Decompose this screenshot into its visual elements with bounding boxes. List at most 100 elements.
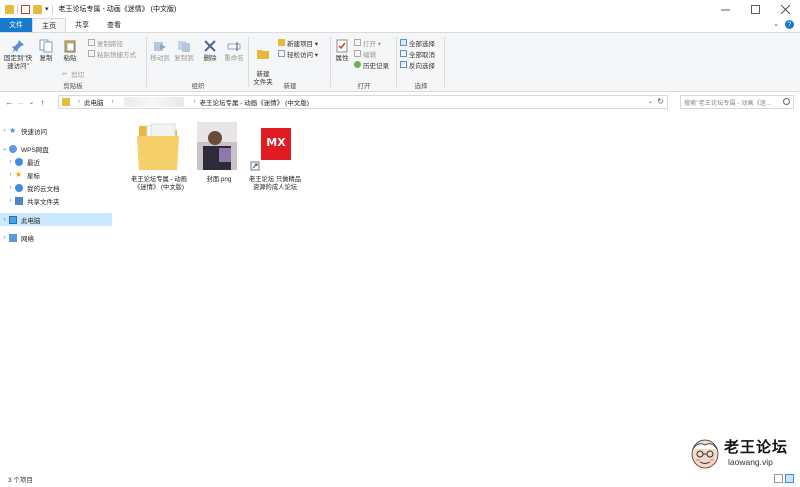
new-item-icon bbox=[278, 39, 285, 46]
paste-button[interactable]: 粘贴 bbox=[58, 37, 82, 63]
address-bar[interactable]: › 此电脑 › › 老王论坛专属 - 动画《迷情》 (中文版) ⌄ ↻ bbox=[58, 95, 668, 109]
mx-icon-text: MX bbox=[266, 136, 286, 149]
file-item-image[interactable]: 封面.png bbox=[190, 120, 248, 184]
minimize-button[interactable] bbox=[710, 0, 740, 18]
shared-folder-icon bbox=[15, 196, 23, 205]
chevron-right-icon[interactable]: › bbox=[6, 172, 15, 178]
minimize-icon bbox=[720, 9, 730, 10]
edit-button[interactable]: 编辑 bbox=[354, 49, 376, 59]
copy-path-button[interactable]: 复制路径 bbox=[88, 38, 123, 48]
tab-view[interactable]: 查看 bbox=[98, 18, 130, 32]
nav-item-network[interactable]: › 网络 bbox=[0, 231, 112, 244]
breadcrumb-separator: › bbox=[78, 99, 80, 105]
copy-to-button[interactable]: 复制到 bbox=[172, 37, 196, 63]
breadcrumb-current-folder[interactable]: 老王论坛专属 - 动画《迷情》 (中文版) bbox=[200, 97, 309, 107]
file-item-shortcut[interactable]: MX 老王论坛 只做精品资源的成人论坛 bbox=[246, 120, 304, 192]
select-none-button[interactable]: 全部取消 bbox=[400, 49, 435, 59]
properties-button[interactable]: 属性 bbox=[332, 37, 352, 63]
refresh-icon[interactable]: ↻ bbox=[657, 97, 664, 106]
new-item-button[interactable]: 新建项目 ▾ bbox=[278, 38, 318, 48]
up-button[interactable]: ↑ bbox=[37, 98, 48, 107]
large-icons-view-button[interactable] bbox=[785, 474, 794, 483]
group-label: 剪贴板 bbox=[63, 83, 83, 90]
group-divider bbox=[444, 37, 445, 87]
tab-home[interactable]: 主页 bbox=[32, 18, 66, 32]
watermark: 老王论坛 laowang.vip bbox=[690, 433, 794, 473]
divider bbox=[51, 4, 53, 14]
rename-button[interactable]: 重命名 bbox=[222, 37, 246, 63]
tab-file[interactable]: 文件 bbox=[0, 18, 32, 32]
select-none-icon bbox=[400, 50, 407, 57]
breadcrumb-this-pc[interactable]: 此电脑 bbox=[84, 97, 104, 107]
open-button[interactable]: 打开 ▾ bbox=[354, 38, 381, 48]
chevron-right-icon[interactable]: › bbox=[0, 235, 9, 241]
chevron-right-icon[interactable]: › bbox=[0, 128, 9, 134]
easy-access-button[interactable]: 轻松访问 ▾ bbox=[278, 49, 318, 59]
close-button[interactable] bbox=[770, 0, 800, 18]
history-button[interactable]: 历史记录 bbox=[354, 60, 389, 70]
new-group: 新建 文件夹 新建项目 ▾ 轻松访问 ▾ 新建 bbox=[250, 35, 330, 91]
properties-qat-icon[interactable] bbox=[21, 4, 30, 14]
network-icon bbox=[9, 233, 17, 242]
back-button[interactable]: ← bbox=[4, 98, 15, 107]
ribbon: 固定到"快速访问" 复制 粘贴 复制路径 粘贴快捷方式 ✂ 剪切 剪贴板 移动到 bbox=[0, 32, 800, 92]
watermark-url: laowang.vip bbox=[728, 457, 773, 467]
file-item-folder[interactable]: 老王论坛专属 - 动画《迷情》 (中文版) bbox=[130, 120, 188, 192]
window-title: 老王论坛专属 - 动画《迷情》 (中文版) bbox=[58, 6, 177, 13]
paste-shortcut-button[interactable]: 粘贴快捷方式 bbox=[88, 49, 136, 59]
nav-item-wps[interactable]: ⌄ WPS网盘 bbox=[0, 142, 112, 155]
address-row: ← → ⌄ ↑ › 此电脑 › › 老王论坛专属 - 动画《迷情》 (中文版) … bbox=[0, 94, 800, 110]
select-all-button[interactable]: 全部选择 bbox=[400, 38, 435, 48]
group-label: 组织 bbox=[191, 83, 205, 90]
select-group: 全部选择 全部取消 反向选择 选择 bbox=[398, 35, 444, 91]
chevron-right-icon[interactable]: › bbox=[6, 159, 15, 165]
group-divider bbox=[146, 37, 147, 87]
move-to-icon bbox=[154, 42, 166, 51]
paste-shortcut-icon bbox=[88, 50, 95, 57]
delete-button[interactable]: 删除 bbox=[198, 37, 222, 63]
title-bar: ▾ 老王论坛专属 - 动画《迷情》 (中文版) bbox=[0, 0, 800, 18]
copy-button[interactable]: 复制 bbox=[34, 37, 58, 63]
copy-path-icon bbox=[88, 39, 95, 46]
folder-icon bbox=[62, 98, 70, 106]
nav-item-starred[interactable]: › ★ 星标 bbox=[0, 168, 112, 181]
group-label: 选择 bbox=[414, 83, 428, 90]
chevron-down-icon[interactable]: ⌄ bbox=[0, 145, 9, 152]
nav-item-shared-folder[interactable]: › 共享文件夹 bbox=[0, 194, 112, 207]
recent-locations-button[interactable]: ⌄ bbox=[26, 99, 37, 106]
tab-share[interactable]: 共享 bbox=[66, 18, 98, 32]
nav-item-quick-access[interactable]: › ★ 快速访问 bbox=[0, 124, 112, 137]
customize-qat-button[interactable]: ▾ bbox=[45, 5, 49, 13]
chevron-right-icon[interactable]: › bbox=[6, 185, 15, 191]
group-divider bbox=[248, 37, 249, 87]
ribbon-tabs: 文件 主页 共享 查看 ⌄ ? bbox=[0, 18, 800, 32]
new-folder-qat-icon[interactable] bbox=[33, 4, 42, 14]
easy-access-icon bbox=[278, 50, 285, 57]
chevron-right-icon[interactable]: › bbox=[0, 217, 9, 223]
nav-item-recent[interactable]: › 最近 bbox=[0, 155, 112, 168]
move-to-button[interactable]: 移动到 bbox=[148, 37, 172, 63]
rename-icon bbox=[227, 42, 241, 51]
quick-access-toolbar: ▾ bbox=[0, 4, 53, 14]
maximize-button[interactable] bbox=[740, 0, 770, 18]
star-icon: ★ bbox=[9, 125, 17, 135]
forward-button[interactable]: → bbox=[15, 98, 26, 107]
chevron-right-icon[interactable]: › bbox=[6, 198, 15, 204]
search-input[interactable]: 搜索"老王论坛专属 - 动画《迷... bbox=[680, 95, 794, 109]
image-thumbnail bbox=[193, 120, 245, 174]
invert-selection-button[interactable]: 反向选择 bbox=[400, 60, 435, 70]
address-dropdown-icon[interactable]: ⌄ bbox=[648, 98, 653, 105]
edit-icon bbox=[354, 50, 361, 57]
search-placeholder: 搜索"老王论坛专属 - 动画《迷... bbox=[684, 99, 772, 107]
breadcrumb-separator: › bbox=[111, 99, 114, 105]
shortcut-thumbnail: MX bbox=[249, 120, 301, 174]
nav-item-my-cloud-docs[interactable]: › 我的云文档 bbox=[0, 181, 112, 194]
ribbon-expand-icon[interactable]: ⌄ bbox=[773, 20, 779, 29]
close-icon bbox=[780, 4, 790, 14]
pin-quick-access-button[interactable]: 固定到"快速访问" bbox=[2, 37, 34, 71]
nav-item-this-pc[interactable]: › 此电脑 bbox=[0, 213, 112, 226]
item-count: 3 个项目 bbox=[8, 476, 33, 484]
details-view-button[interactable] bbox=[774, 474, 783, 483]
cut-button[interactable]: ✂ 剪切 bbox=[62, 69, 84, 79]
help-icon[interactable]: ? bbox=[785, 20, 794, 29]
